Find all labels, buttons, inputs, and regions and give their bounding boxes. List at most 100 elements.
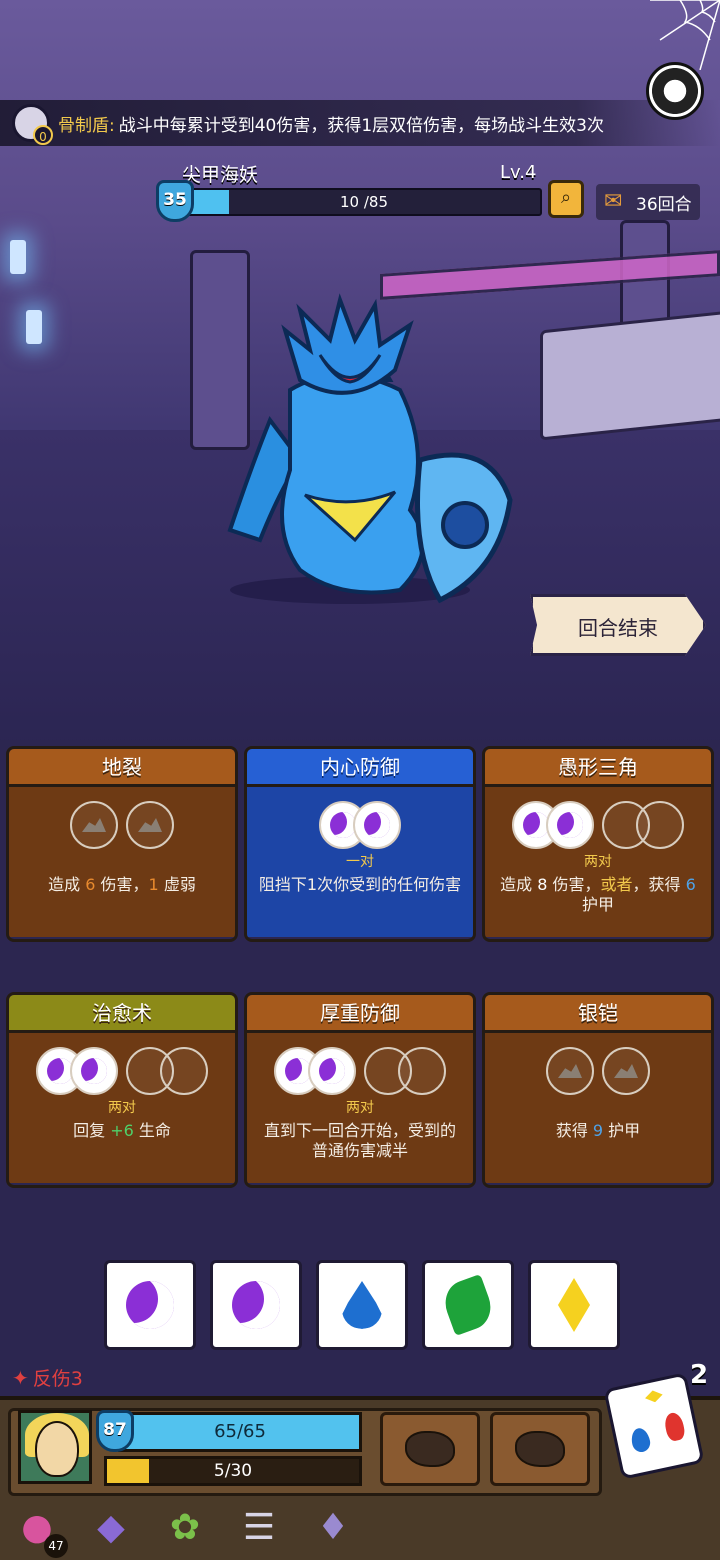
enemy-hp-text: 10 /85 [340, 193, 388, 211]
armor-value: 9 [592, 1121, 604, 1140]
skill-card-heavy-defense[interactable]: 厚重防御 两对 直到下一回合开始，受到的普通伤害减半 [244, 992, 476, 1188]
scroll-relic-icon[interactable]: ☰ [230, 1500, 288, 1554]
moon-icon [81, 1058, 107, 1084]
weak-value: 1 [148, 875, 159, 894]
orb-relic-icon[interactable]: ● 47 [8, 1500, 68, 1558]
die-leaf[interactable] [422, 1260, 514, 1350]
dice-slot[interactable] [70, 801, 118, 849]
dice-slot-filled[interactable] [70, 1047, 118, 1095]
end-turn-button[interactable]: 回合结束 [530, 594, 706, 656]
fist-icon [405, 1431, 455, 1467]
die-moon[interactable] [104, 1260, 196, 1350]
damage-value: 8 [537, 875, 548, 894]
card-requirement: 两对 [584, 854, 612, 870]
candle-icon [26, 310, 42, 344]
dice-slot-filled[interactable] [546, 801, 594, 849]
damage-value: 6 [85, 875, 96, 894]
armor-value: 6 [685, 875, 696, 894]
card-title: 厚重防御 [247, 995, 473, 1033]
crystal-relic-icon[interactable]: ♦ [304, 1500, 362, 1554]
skill-card-earth-split[interactable]: 地裂 造成 6 伤害，1 虚弱 [6, 746, 238, 942]
round-label: 36回合 [636, 194, 692, 215]
player-armor-shield-icon: 87 [96, 1410, 134, 1452]
relic-inventory: ● 47 ◆ ✿ ☰ ♦ [8, 1500, 362, 1558]
moon-icon [232, 1281, 280, 1329]
relic-badge: 47 [44, 1534, 68, 1558]
moon-icon [319, 1058, 345, 1084]
player-hp-text: 65/65 [214, 1421, 266, 1442]
card-requirement: 两对 [346, 1100, 374, 1116]
player-avatar[interactable] [18, 1410, 92, 1484]
die-moon[interactable] [210, 1260, 302, 1350]
enemy-level: Lv.4 [500, 162, 537, 183]
settings-gear-icon[interactable] [646, 62, 704, 120]
moon-icon [364, 812, 390, 838]
sea-monster-sprite [227, 293, 513, 604]
skill-card-inner-defense[interactable]: 内心防御 一对 阻挡下1次你受到的任何伤害 [244, 746, 476, 942]
thorns-label: 反伤3 [32, 1368, 83, 1390]
die-water[interactable] [316, 1260, 408, 1350]
card-title: 治愈术 [9, 995, 235, 1033]
scene-altar [540, 309, 720, 441]
rock-icon [558, 1064, 582, 1078]
player-hp-bar: 65/65 [118, 1412, 362, 1452]
heal-value: +6 [110, 1121, 134, 1140]
relic-tooltip: 0 骨制盾: 战斗中每累计受到40伤害，获得1层双倍伤害，每场战斗生效3次 [0, 100, 720, 146]
enemy-hp-bar: 10 /85 [186, 188, 542, 216]
dice-slot[interactable] [636, 801, 684, 849]
rock-icon [82, 818, 106, 832]
thorns-status: ✦ 反伤3 [12, 1364, 83, 1391]
boot-relic-icon[interactable]: ◆ [82, 1500, 140, 1554]
diamond-icon [558, 1278, 590, 1332]
diamond-icon [644, 1389, 664, 1404]
card-description: 回复 +6 生命 [73, 1121, 171, 1140]
card-description: 造成 8 伤害，或者，获得 6 护甲 [500, 875, 696, 914]
card-title: 地裂 [9, 749, 235, 787]
fire-icon [662, 1411, 687, 1443]
relic-counter: 0 [33, 125, 53, 145]
shield-skull-icon[interactable]: 0 [12, 104, 53, 145]
enemy-armor-shield-icon: 35 [156, 180, 194, 222]
dice-slot[interactable] [398, 1047, 446, 1095]
dice-slot-filled[interactable] [353, 801, 401, 849]
skill-card-clumsy-triangle[interactable]: 愚形三角 两对 造成 8 伤害，或者，获得 6 护甲 [482, 746, 714, 942]
skill-card-silver-armor[interactable]: 银铠 获得 9 护甲 [482, 992, 714, 1188]
scroll-icon: ✉ [604, 189, 623, 214]
player-xp-text: 5/30 [213, 1461, 253, 1481]
die-diamond[interactable] [528, 1260, 620, 1350]
skill-card-heal[interactable]: 治愈术 两对 回复 +6 生命 [6, 992, 238, 1188]
tree-relic-icon[interactable]: ✿ [156, 1500, 214, 1554]
enemy-intent-magnifier-icon[interactable]: ⌕ [548, 180, 584, 218]
card-requirement [485, 1097, 711, 1115]
card-title: 银铠 [485, 995, 711, 1033]
leaf-icon [438, 1273, 498, 1337]
reroll-count: 2 [690, 1360, 709, 1390]
dice-slot[interactable] [160, 1047, 208, 1095]
rock-icon [614, 1064, 638, 1078]
moon-icon [126, 1281, 174, 1329]
ability-dig-button[interactable] [490, 1412, 590, 1486]
dice-slot[interactable] [126, 801, 174, 849]
dice-slot[interactable] [602, 1047, 650, 1095]
card-description: 阻挡下1次你受到的任何伤害 [258, 875, 462, 894]
round-counter: ✉ 36回合 [596, 184, 700, 220]
card-description: 获得 9 护甲 [555, 1121, 641, 1140]
relic-description: 战斗中每累计受到40伤害，获得1层双倍伤害，每场战斗生效3次 [118, 115, 604, 136]
dice-slot-filled[interactable] [308, 1047, 356, 1095]
card-requirement: 两对 [108, 1100, 136, 1116]
card-title: 愚形三角 [485, 749, 711, 787]
rock-icon [138, 818, 162, 832]
candle-icon [10, 240, 26, 274]
enemy-name: 尖甲海妖 [182, 164, 259, 186]
dice-slot[interactable] [546, 1047, 594, 1095]
card-requirement: 一对 [346, 854, 374, 870]
relic-name: 骨制盾: [58, 115, 115, 136]
player-xp-bar: 5/30 [104, 1456, 362, 1486]
card-description: 造成 6 伤害，1 虚弱 [48, 875, 196, 894]
ability-fist-button[interactable] [380, 1412, 480, 1486]
water-drop-icon [629, 1426, 652, 1454]
spiderweb-icon [650, 0, 720, 70]
moon-icon [557, 812, 583, 838]
shovel-icon [515, 1431, 565, 1467]
card-title: 内心防御 [247, 749, 473, 787]
